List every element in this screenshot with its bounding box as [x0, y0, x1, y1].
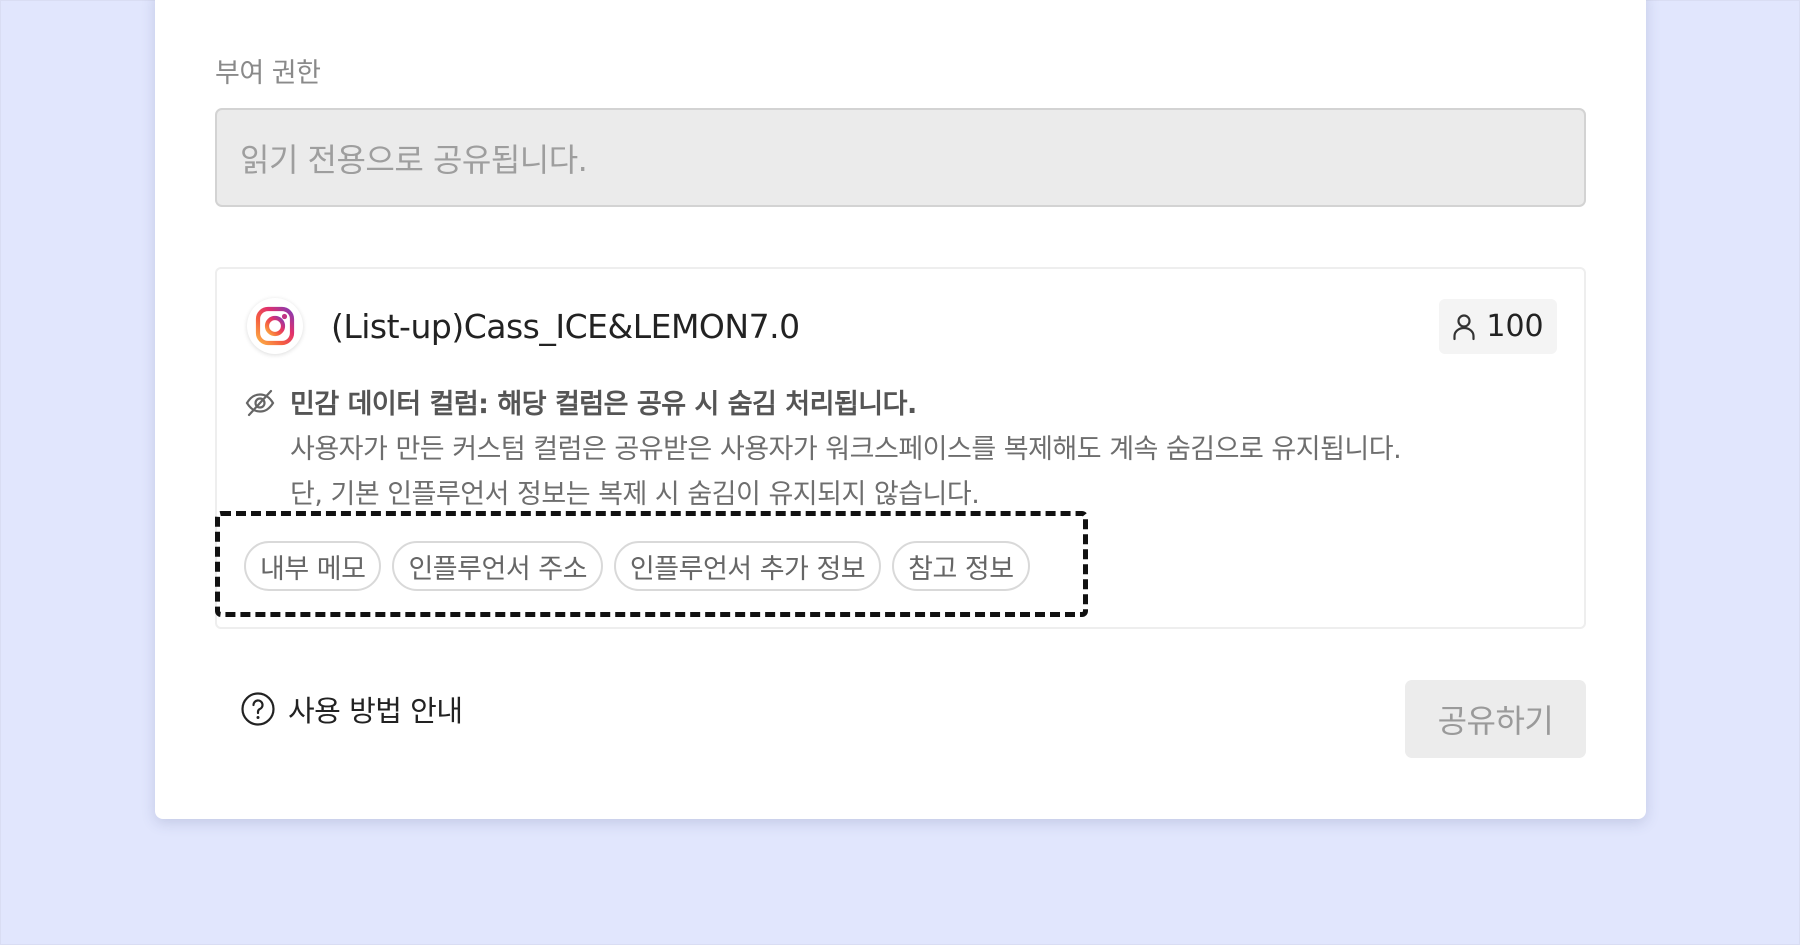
hidden-column-chip: 인플루언서 주소: [392, 541, 603, 591]
permission-field: 읽기 전용으로 공유됩니다.: [215, 108, 1586, 207]
question-circle-icon: [241, 692, 275, 726]
list-name: (List-up)Cass_ICE&LEMON7.0: [331, 307, 800, 346]
help-label: 사용 방법 안내: [288, 694, 463, 728]
member-count-badge: 100: [1439, 299, 1557, 354]
member-count: 100: [1486, 309, 1544, 344]
instagram-icon: [247, 298, 303, 354]
permission-value: 읽기 전용으로 공유됩니다.: [240, 140, 588, 179]
eye-off-icon: [245, 389, 275, 417]
sensitive-notice-line-1: 사용자가 만든 커스텀 컬럼은 공유받은 사용자가 워크스페이스를 복제해도 계…: [290, 434, 1402, 465]
hidden-column-chip: 내부 메모: [244, 541, 382, 591]
person-icon: [1453, 313, 1475, 340]
sensitive-notice-title: 민감 데이터 컬럼: 해당 컬럼은 공유 시 숨김 처리됩니다.: [290, 389, 917, 420]
share-dialog: 부여 권한 읽기 전용으로 공유됩니다. (List-up)Cass_ICE&L…: [155, 0, 1646, 819]
help-link[interactable]: 사용 방법 안내: [240, 688, 463, 730]
hidden-column-chip: 인플루언서 추가 정보: [613, 541, 882, 591]
permission-label: 부여 권한: [215, 58, 321, 89]
share-button[interactable]: 공유하기: [1405, 680, 1586, 758]
sensitive-notice-line-2: 단, 기본 인플루언서 정보는 복제 시 숨김이 유지되지 않습니다.: [290, 479, 980, 510]
hidden-column-chip: 참고 정보: [892, 541, 1030, 591]
hidden-column-chips: 내부 메모 인플루언서 주소 인플루언서 추가 정보 참고 정보: [244, 541, 1030, 591]
